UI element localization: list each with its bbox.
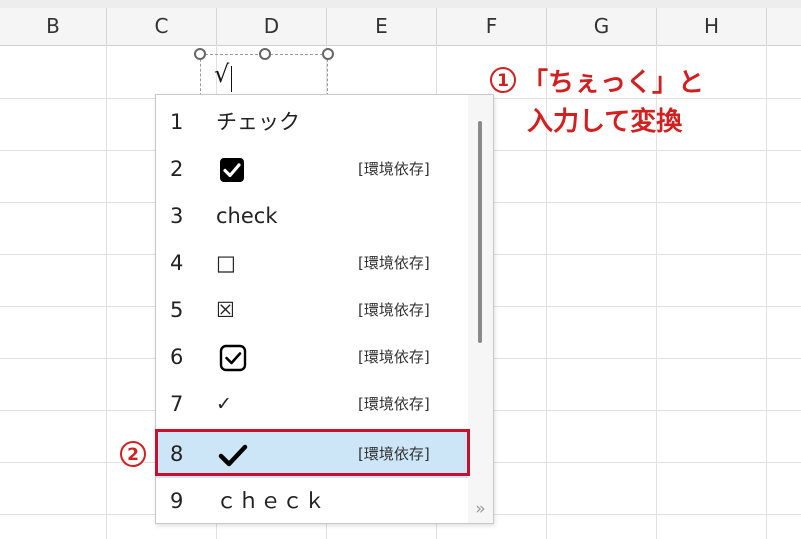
candidate-number: 1	[170, 110, 184, 134]
selected-candidate-highlight	[155, 429, 470, 476]
candidate-text: check	[216, 204, 278, 228]
column-header-e[interactable]: E	[327, 8, 437, 45]
candidate-number: 4	[170, 251, 184, 275]
candidate-scrollbar-thumb[interactable]	[478, 121, 482, 343]
candidate-number: 7	[170, 392, 184, 416]
candidate-row-7[interactable]: 7 ✓ [環境依存]	[156, 381, 468, 428]
candidate-text: ☒	[216, 298, 235, 322]
candidate-text: ｃｈｅｃｋ	[216, 489, 326, 513]
candidate-text: □	[216, 251, 236, 275]
column-header-h[interactable]: H	[657, 8, 767, 45]
candidate-number: 5	[170, 298, 184, 322]
text-cursor	[231, 66, 232, 92]
candidate-row-3[interactable]: 3 check	[156, 193, 468, 240]
candidate-number: 3	[170, 204, 184, 228]
resize-handle-top-left[interactable]	[194, 48, 206, 60]
candidate-row-6[interactable]: 6 [環境依存]	[156, 334, 468, 381]
environment-dependent-tag: [環境依存]	[358, 348, 430, 366]
step-1-instruction-line2: 入力して変換	[527, 107, 683, 137]
environment-dependent-tag: [環境依存]	[358, 160, 430, 178]
environment-dependent-tag: [環境依存]	[358, 254, 430, 272]
candidate-row-2[interactable]: 2 [環境依存]	[156, 146, 468, 193]
candidate-row-4[interactable]: 4 □ [環境依存]	[156, 240, 468, 287]
candidate-row-1[interactable]: 1 チェック	[156, 99, 468, 146]
column-header-c[interactable]: C	[107, 8, 217, 45]
column-header-f[interactable]: F	[437, 8, 547, 45]
expand-candidates-button[interactable]: »	[468, 495, 493, 523]
column-header-g[interactable]: G	[547, 8, 657, 45]
step-1-badge: 1	[490, 67, 516, 93]
resize-handle-top-center[interactable]	[259, 48, 271, 60]
environment-dependent-tag: [環境依存]	[358, 301, 430, 319]
candidate-row-9[interactable]: 9 ｃｈｅｃｋ	[156, 478, 468, 525]
checkbox-checked-filled-icon	[219, 157, 245, 183]
step-2-badge: 2	[120, 441, 146, 467]
column-header-d[interactable]: D	[217, 8, 327, 45]
grid-col-line	[766, 45, 767, 539]
step-1-instruction-line1: 「ちぇっく」と	[522, 68, 705, 98]
column-header-row: B C D E F G H	[0, 8, 801, 46]
candidate-number: 9	[170, 489, 184, 513]
column-header-b[interactable]: B	[0, 8, 107, 45]
resize-handle-top-right[interactable]	[322, 48, 334, 60]
candidate-number: 6	[170, 345, 184, 369]
candidate-text: ✓	[216, 393, 232, 415]
window-top-strip	[0, 0, 801, 8]
grid-col-line	[106, 45, 107, 539]
candidate-number: 2	[170, 157, 184, 181]
environment-dependent-tag: [環境依存]	[358, 395, 430, 413]
cell-input-text[interactable]: √	[214, 60, 229, 88]
candidate-text: チェック	[216, 110, 300, 134]
checkbox-checked-outline-icon	[219, 344, 247, 372]
column-header-next[interactable]	[767, 8, 801, 45]
candidate-row-5[interactable]: 5 ☒ [環境依存]	[156, 287, 468, 334]
